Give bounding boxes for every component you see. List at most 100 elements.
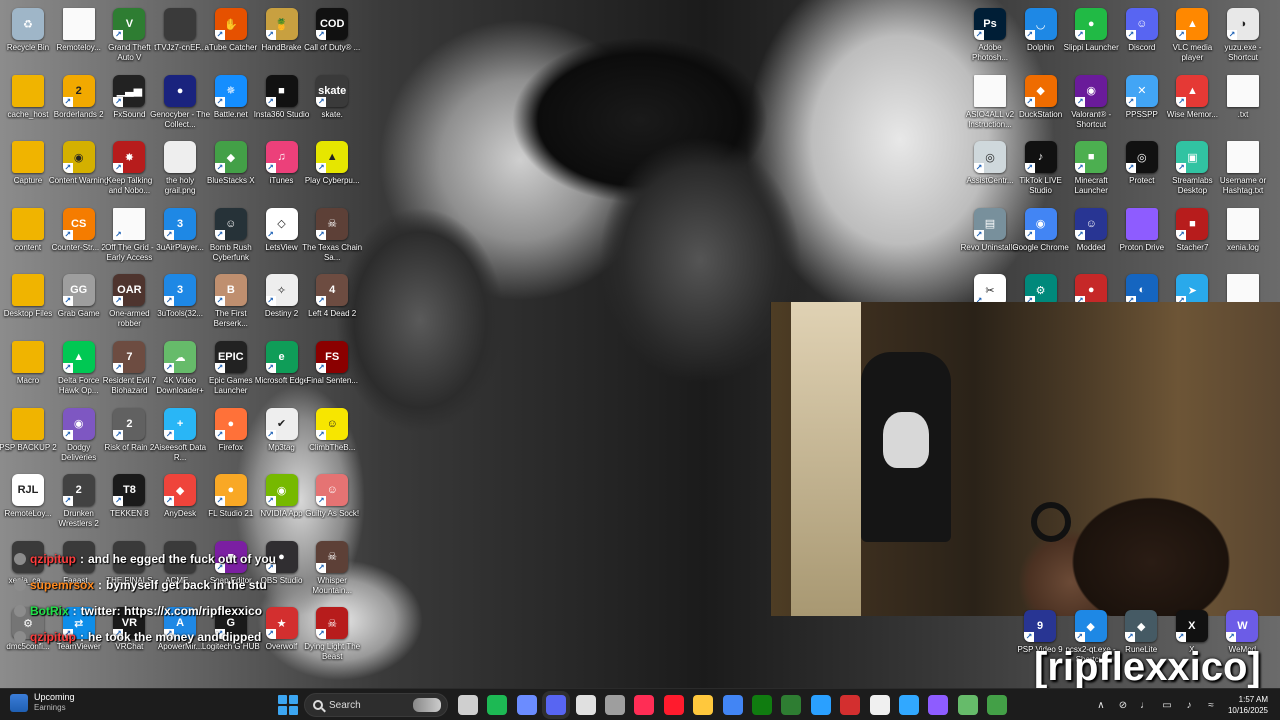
chrome-icon[interactable] bbox=[722, 695, 743, 715]
desktop-icon[interactable]: skate skate. bbox=[302, 71, 362, 137]
pcsx2-icon: ◆ bbox=[1074, 610, 1107, 642]
opera-icon[interactable] bbox=[663, 695, 684, 715]
dodgy-deliveries-icon: ◉ bbox=[62, 407, 95, 440]
weather-widget[interactable]: Upcoming Earnings bbox=[10, 692, 75, 713]
cyberpunk-icon: ▲ bbox=[316, 141, 349, 174]
clock-time: 1:57 AM bbox=[1238, 695, 1268, 704]
headphones-icon bbox=[1031, 502, 1071, 542]
xbox-icon[interactable] bbox=[752, 695, 772, 715]
yuzu-icon: ◑ bbox=[1227, 8, 1259, 40]
desktop-icon[interactable]: Username or Hashtag.txt bbox=[1213, 137, 1273, 203]
capcut-icon[interactable] bbox=[869, 695, 890, 715]
green-app-icon[interactable] bbox=[987, 695, 1008, 715]
network-off-icon[interactable]: ⊘ bbox=[1116, 698, 1130, 712]
microphone-icon[interactable]: ♩ bbox=[1138, 698, 1152, 712]
minecraft-icon: ■ bbox=[1075, 141, 1108, 174]
desktop-icon[interactable]: .txt bbox=[1213, 71, 1273, 137]
game-shortcut-icon: ◉ bbox=[1075, 74, 1108, 107]
desktop-icon-label: The Texas Chain Sa... bbox=[302, 242, 363, 262]
xbox-app-icon[interactable] bbox=[781, 695, 802, 715]
chat-badge-icon bbox=[14, 631, 26, 643]
speaker-icon[interactable]: ♪ bbox=[1182, 698, 1196, 712]
modded-icon: ☺ bbox=[1075, 207, 1108, 240]
search-icon bbox=[313, 700, 323, 710]
discord-icon[interactable] bbox=[546, 695, 567, 715]
desktop-icon[interactable]: ◑ yuzu.exe - Shortcut bbox=[1213, 4, 1273, 70]
left-4-dead-2-icon: 4 bbox=[316, 274, 349, 307]
tiktok-live-icon: ♪ bbox=[1024, 141, 1057, 174]
risk-of-rain-2-icon: 2 bbox=[113, 407, 146, 440]
copilot-icon[interactable] bbox=[516, 695, 537, 715]
wemod-icon[interactable] bbox=[928, 695, 949, 715]
rjl-icon: RJL bbox=[12, 474, 44, 507]
desktop-icon[interactable]: xenia.log bbox=[1213, 204, 1273, 270]
3uairplayer-icon: 3 bbox=[164, 207, 197, 240]
folder-icon bbox=[12, 141, 44, 174]
desktop-icon-label: yuzu.exe - Shortcut bbox=[1224, 43, 1262, 62]
spotify-icon[interactable] bbox=[487, 695, 508, 715]
texas-chain-saw-icon: ☠ bbox=[316, 207, 349, 240]
assistcentre-icon: ◎ bbox=[974, 141, 1006, 174]
anydesk-icon: ◆ bbox=[164, 474, 197, 507]
search-box[interactable]: Search bbox=[304, 693, 448, 717]
clock[interactable]: 1:57 AM 10/16/2025 bbox=[1228, 694, 1268, 716]
obs-icon[interactable] bbox=[605, 695, 625, 715]
red-app-icon[interactable] bbox=[840, 695, 861, 715]
stream-name-tag: [ripflexxico] bbox=[1034, 645, 1261, 689]
climb-the-b-icon: ☺ bbox=[316, 407, 349, 440]
start-button[interactable] bbox=[278, 695, 298, 715]
desktop-icon-label: Username or Hashtag.txt bbox=[1219, 176, 1267, 196]
chat-message: supemrsox: bymyself get back in the stu bbox=[14, 572, 374, 598]
destiny-2-icon: ✧ bbox=[265, 274, 298, 307]
delta-force-icon: ▲ bbox=[62, 341, 95, 373]
dolphin-icon: ◡ bbox=[1024, 8, 1057, 40]
desktop-icon-label: Guilty As Sock! bbox=[305, 509, 360, 519]
4k-video-downloader-icon[interactable] bbox=[957, 695, 978, 715]
atube-catcher-icon: ✋ bbox=[214, 8, 247, 40]
chat-message: BotRix: twitter: https://x.com/ripflexxic… bbox=[14, 598, 374, 624]
chat-badge-icon bbox=[14, 553, 26, 565]
desktop-icon[interactable]: 4 Left 4 Dead 2 bbox=[302, 270, 362, 336]
chat-text: twitter: https://x.com/ripflexxico bbox=[80, 604, 263, 618]
folder-icon bbox=[1125, 207, 1158, 240]
chat-username: qzipitup bbox=[30, 552, 76, 566]
firefox-icon: ● bbox=[214, 407, 247, 440]
text-file-icon bbox=[1227, 74, 1259, 107]
chat-message: qzipitup: and he egged the fuck out of yo… bbox=[14, 546, 374, 572]
snipping-tool-icon[interactable] bbox=[575, 695, 596, 715]
photos-icon[interactable] bbox=[810, 695, 831, 715]
call-of-duty-icon: COD bbox=[316, 8, 349, 40]
folder-icon bbox=[12, 74, 44, 107]
desktop-icon[interactable]: ☠The Texas Chain Sa... bbox=[302, 204, 362, 270]
text-file-icon bbox=[1227, 207, 1259, 240]
aiseesoft-icon: + bbox=[164, 407, 197, 440]
wise-memory-icon: ▲ bbox=[1176, 74, 1209, 107]
photoshop-icon[interactable] bbox=[899, 695, 919, 715]
desktop-icon-label: skate. bbox=[321, 109, 343, 119]
desktop-icon[interactable]: COD Call of Duty® ... bbox=[302, 4, 362, 70]
desktop-icon[interactable]: ▲ Play Cyberpu... bbox=[302, 137, 362, 203]
desktop-icon[interactable]: FS Final Senten... bbox=[302, 337, 362, 403]
wifi-icon[interactable]: ≈ bbox=[1204, 698, 1218, 712]
task-view-icon[interactable] bbox=[458, 695, 478, 715]
tekken-8-icon: T8 bbox=[113, 474, 146, 507]
chat-separator: : bbox=[98, 578, 103, 592]
webcam-hoodie bbox=[861, 352, 951, 542]
chevron-up-icon[interactable]: ∧ bbox=[1094, 698, 1108, 712]
duckstation-icon: ◆ bbox=[1024, 74, 1057, 107]
display-icon[interactable]: ▭ bbox=[1160, 698, 1174, 712]
text-file-icon bbox=[1227, 141, 1259, 174]
desktop-icon-label: Final Senten... bbox=[306, 376, 358, 385]
desktop-icon-label: ClimbTheB... bbox=[309, 442, 356, 452]
desktop-icon[interactable]: ☺ Guilty As Sock! bbox=[302, 470, 362, 536]
first-berserker-icon: B bbox=[214, 274, 247, 307]
desktop-icon[interactable]: ☺ ClimbTheB... bbox=[302, 404, 362, 470]
psp-video-9-icon: 9 bbox=[1024, 610, 1056, 642]
file-explorer-icon[interactable] bbox=[693, 695, 714, 715]
desktop-icon-label: xenia.log bbox=[1226, 242, 1260, 252]
tiktok-icon[interactable] bbox=[634, 695, 655, 715]
stacher-icon: ■ bbox=[1176, 207, 1209, 240]
x-twitter-icon: X bbox=[1175, 610, 1208, 642]
taskbar: Upcoming Earnings Search ∧ ⊘ ♩ ▭ ♪ ≈ 1:57 AM … bbox=[0, 688, 1280, 720]
desktop-icon-label: .txt bbox=[1237, 109, 1249, 119]
